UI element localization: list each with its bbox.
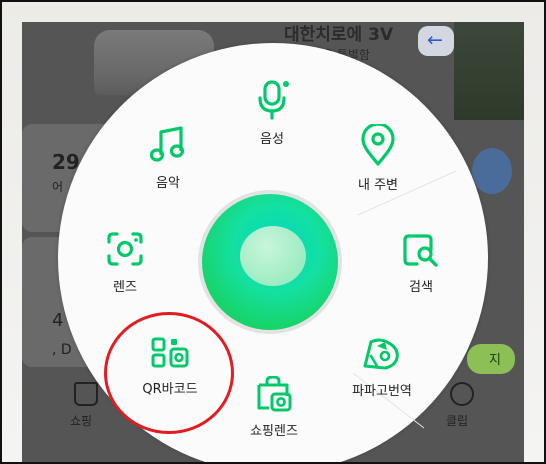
screenshot-frame	[0, 0, 546, 464]
